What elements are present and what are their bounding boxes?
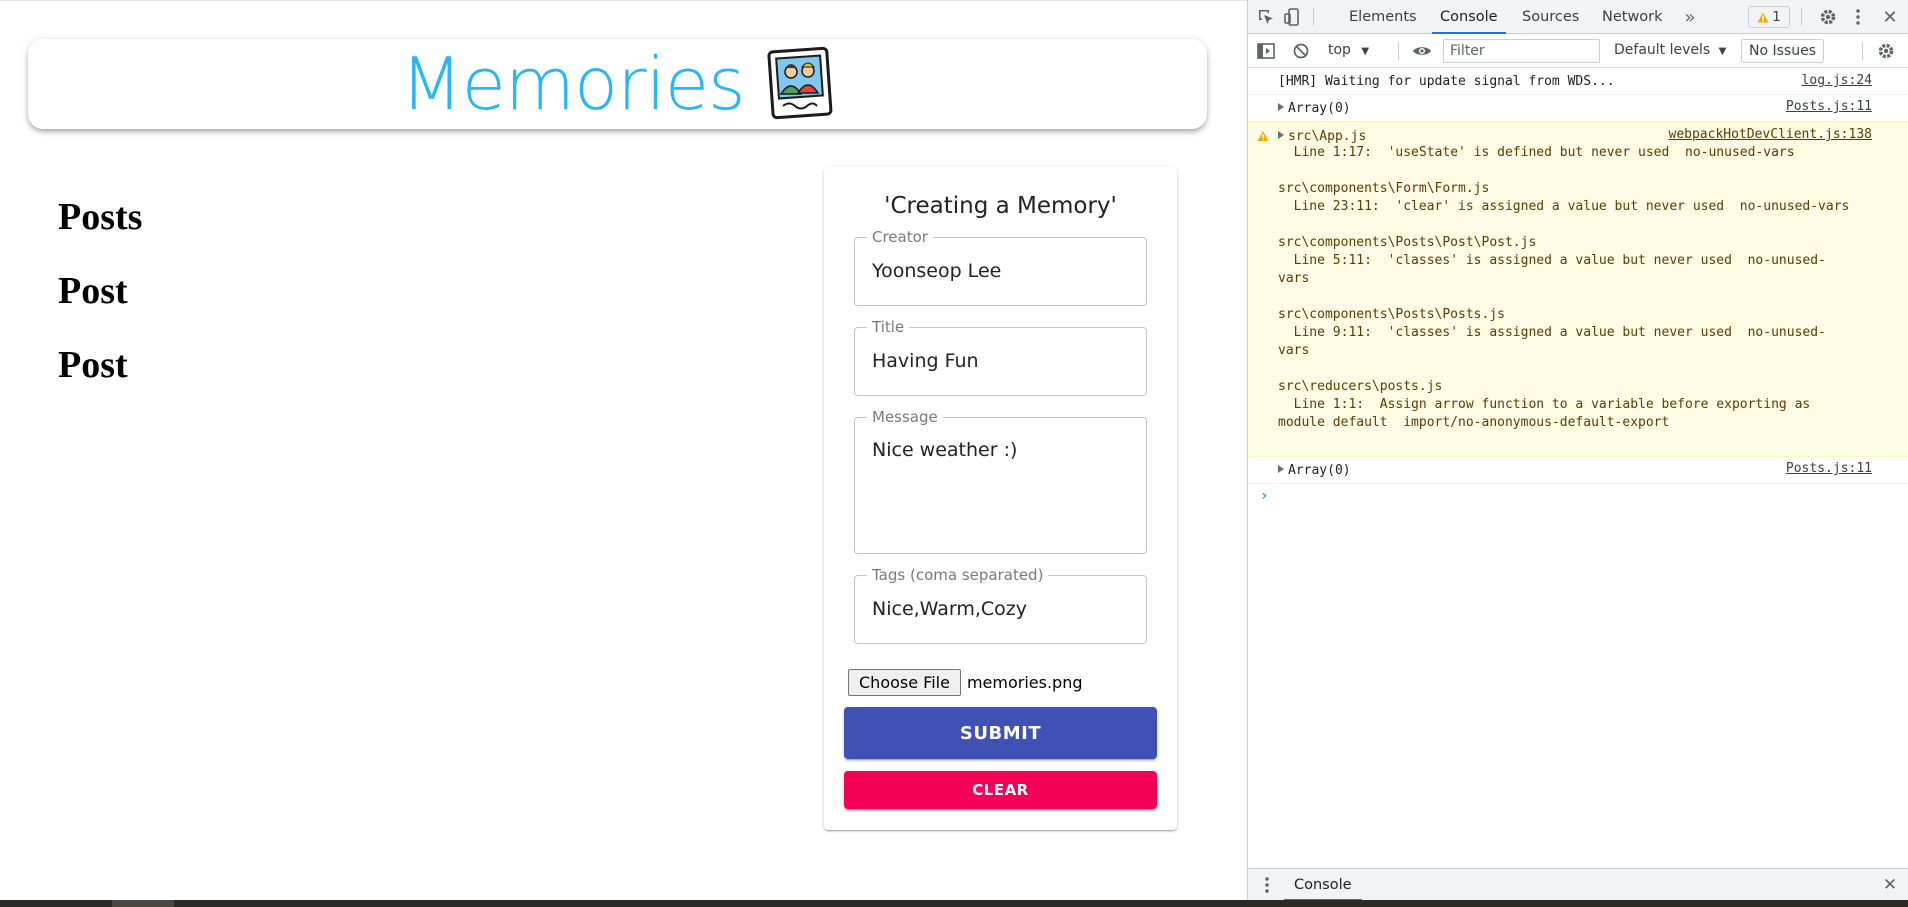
tags-label: Tags (coma separated): [867, 566, 1049, 584]
drawer-bar: Console ✕: [1248, 868, 1908, 901]
os-taskbar: [0, 900, 1908, 907]
gear-icon[interactable]: [1818, 7, 1838, 27]
tags-field[interactable]: Tags (coma separated) Nice,Warm,Cozy: [854, 566, 1147, 644]
prompt-chevron-icon: ›: [1260, 488, 1269, 504]
drawer-close-icon[interactable]: ✕: [1880, 875, 1900, 895]
submit-button[interactable]: SUBMIT: [844, 707, 1157, 759]
creator-field[interactable]: Creator Yoonseop Lee: [854, 228, 1147, 306]
console-messages: [HMR] Waiting for update signal from WDS…: [1248, 69, 1908, 504]
file-name: memories.png: [966, 673, 1083, 692]
more-vertical-icon[interactable]: [1851, 7, 1865, 27]
log-levels-value: Default levels: [1614, 42, 1711, 58]
post-item: Post: [58, 344, 128, 386]
clear-console-icon[interactable]: [1291, 41, 1311, 61]
tab-sources[interactable]: Sources: [1522, 0, 1579, 34]
devtools-tab-bar: Elements Console Sources Network » 1 ✕: [1248, 0, 1908, 34]
posts-heading: Posts: [58, 196, 143, 238]
console-message-warning: src\App.js webpackHotDevClient.js:138 Li…: [1248, 122, 1908, 457]
creator-value: Yoonseop Lee: [872, 260, 1002, 282]
dropdown-arrow-icon: ▼: [1718, 46, 1727, 57]
post-item: Post: [58, 270, 128, 312]
toolbar-divider: [1398, 42, 1399, 60]
file-input: Choose File memories.png: [848, 669, 1082, 696]
message-source-link[interactable]: webpackHotDevClient.js:138: [1669, 127, 1873, 142]
app-viewport: Memories Posts Post Post 'Creating a Mem…: [0, 0, 1247, 900]
toolbar-divider: [1862, 42, 1863, 60]
message-label: Message: [867, 408, 943, 426]
message-source-link[interactable]: Posts.js:11: [1786, 99, 1872, 114]
message-field[interactable]: Message Nice weather :): [854, 408, 1147, 554]
toolbar-divider: [1313, 8, 1314, 26]
choose-file-button[interactable]: Choose File: [848, 669, 961, 696]
message-text: Array(0): [1288, 463, 1351, 478]
console-settings-gear-icon[interactable]: [1876, 41, 1896, 61]
eye-icon[interactable]: [1411, 41, 1433, 61]
warnings-badge[interactable]: 1: [1748, 6, 1790, 28]
console-message-array[interactable]: Array(0) Posts.js:11: [1248, 95, 1908, 122]
issues-button[interactable]: No Issues: [1741, 39, 1824, 63]
close-icon[interactable]: ✕: [1880, 7, 1900, 28]
title-field[interactable]: Title Having Fun: [854, 318, 1147, 396]
clear-button[interactable]: CLEAR: [844, 771, 1157, 809]
sidebar-toggle-icon[interactable]: [1256, 41, 1276, 61]
chevron-double-right-icon[interactable]: »: [1680, 7, 1700, 28]
app-title: Memories: [400, 42, 745, 126]
message-text: Array(0): [1288, 101, 1351, 116]
toolbar-divider: [1801, 8, 1802, 26]
drawer-menu-icon[interactable]: [1260, 875, 1274, 895]
message-source-link[interactable]: Posts.js:11: [1786, 461, 1872, 476]
form-title: 'Creating a Memory': [884, 193, 1117, 219]
memory-form: 'Creating a Memory' Creator Yoonseop Lee…: [824, 167, 1177, 830]
expand-triangle-icon[interactable]: [1278, 103, 1284, 111]
app-bar: Memories: [28, 39, 1207, 129]
tags-value: Nice,Warm,Cozy: [872, 598, 1028, 620]
console-message-array[interactable]: Array(0) Posts.js:11: [1248, 457, 1908, 484]
expand-triangle-icon[interactable]: [1278, 131, 1284, 139]
message-value: Nice weather :): [872, 439, 1018, 461]
filter-input[interactable]: Filter: [1443, 39, 1600, 63]
inspect-element-icon[interactable]: [1256, 7, 1276, 27]
posts-section: Posts Post Post: [58, 194, 142, 416]
tab-elements[interactable]: Elements: [1349, 0, 1417, 34]
devtools-panel: Elements Console Sources Network » 1 ✕ t…: [1247, 0, 1908, 901]
log-levels-dropdown[interactable]: Default levels ▼: [1614, 42, 1726, 58]
taskbar-item[interactable]: [112, 900, 174, 907]
console-toolbar: top ▼ Filter Default levels ▼ No Issues: [1248, 34, 1908, 68]
title-label: Title: [867, 318, 910, 336]
drawer-tab-console[interactable]: Console: [1284, 869, 1362, 901]
context-selector[interactable]: top ▼: [1328, 42, 1369, 58]
title-value: Having Fun: [872, 350, 979, 372]
message-source-link[interactable]: log.js:24: [1802, 73, 1872, 88]
warning-icon: [1757, 12, 1769, 22]
console-prompt[interactable]: ›: [1248, 484, 1908, 504]
tab-console[interactable]: Console: [1432, 0, 1506, 34]
console-message-log: [HMR] Waiting for update signal from WDS…: [1248, 69, 1908, 95]
tab-network[interactable]: Network: [1602, 0, 1663, 34]
warning-body: Line 1:17: 'useState' is defined but nev…: [1278, 145, 1850, 430]
creator-label: Creator: [867, 228, 933, 246]
context-value: top: [1328, 42, 1351, 58]
warning-head: src\App.js: [1288, 129, 1367, 144]
warning-icon: [1257, 131, 1269, 141]
expand-triangle-icon[interactable]: [1278, 465, 1284, 473]
message-text: [HMR] Waiting for update signal from WDS…: [1278, 74, 1615, 89]
warnings-count: 1: [1772, 9, 1781, 25]
device-toolbar-icon[interactable]: [1282, 7, 1302, 27]
dropdown-arrow-icon: ▼: [1361, 46, 1370, 57]
memories-photo-icon: [766, 46, 832, 120]
